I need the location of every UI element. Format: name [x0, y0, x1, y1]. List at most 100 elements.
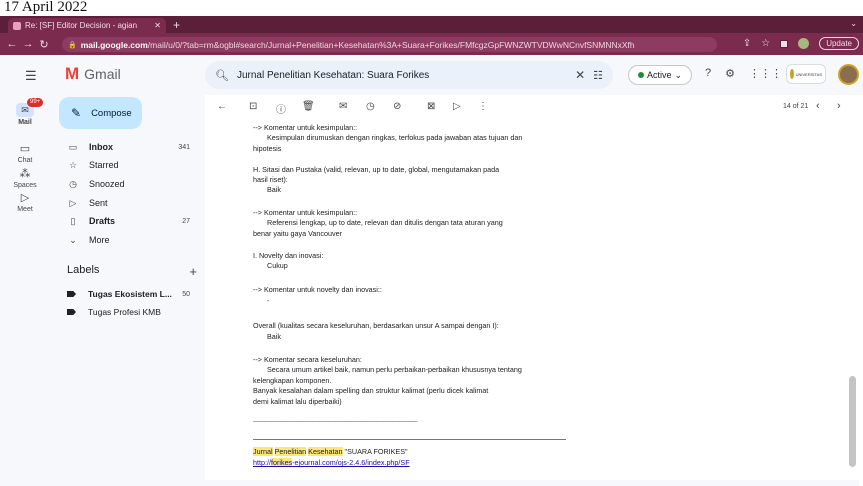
help-icon[interactable]: ? — [705, 67, 711, 80]
gmail-logo[interactable]: M Gmail — [65, 65, 121, 83]
label-count: 50 — [182, 290, 190, 298]
tab-title: Re: [SF] Editor Decision - agian — [25, 21, 138, 30]
unread-badge: 99+ — [27, 98, 44, 107]
older-chevron-icon[interactable]: › — [837, 100, 841, 112]
mail-sidebar: ✎ Compose ▭ Inbox 341 ☆ Starred ◷ Snooze… — [50, 95, 205, 486]
rail-item-chat[interactable]: ▭ Chat — [0, 142, 50, 164]
message-scrollbar[interactable] — [849, 376, 856, 467]
sidebar-item-drafts[interactable]: ▯ Drafts 27 — [50, 213, 200, 229]
search-bar: 🔍︎ ✕ ☷ — [205, 61, 613, 89]
sidebar-label-item[interactable]: Tugas Profesi KMB — [50, 304, 200, 320]
signature-divider — [253, 439, 566, 440]
body-line: demi kalimat lalu diperbaiki) — [253, 397, 342, 406]
label-icon[interactable]: ▷ — [453, 101, 461, 112]
sidebar-item-inbox[interactable]: ▭ Inbox 341 — [50, 139, 200, 155]
back-arrow-icon[interactable]: ← — [217, 101, 227, 112]
extension-icon[interactable] — [780, 39, 789, 48]
inbox-icon: ▭ — [68, 141, 78, 152]
sidebar-item-sent[interactable]: ▷ Sent — [50, 195, 200, 211]
report-spam-icon[interactable]: ⓘ — [276, 101, 286, 116]
signature-line: Jurnal Penelitian Kesehatan "SUARA FORIK… — [253, 447, 408, 456]
body-line: --> Komentar untuk kesimpulan:: — [253, 208, 358, 217]
journal-link[interactable]: http://forikes-ejournal.com/ojs-2.4.6/in… — [253, 458, 410, 469]
new-tab-icon[interactable]: + — [173, 18, 180, 32]
browser-tab[interactable]: Re: [SF] Editor Decision - agian ✕ — [8, 18, 166, 33]
apps-grid-icon[interactable]: ⋮⋮⋮ — [749, 67, 782, 80]
clear-search-icon[interactable]: ✕ — [575, 68, 585, 82]
compose-button[interactable]: ✎ Compose — [59, 97, 142, 129]
main-menu-icon[interactable]: ☰ — [25, 68, 37, 84]
chevron-down-icon: ⌄ — [69, 234, 77, 245]
back-icon[interactable]: ← — [4, 38, 20, 50]
page-header-date: 17 April 2022 — [0, 0, 863, 16]
label-tag-icon — [67, 309, 76, 315]
browser-toolbar: ← → ↻ 🔒 mail.google.com/mail/u/0/?tab=rm… — [0, 33, 863, 55]
more-vert-icon[interactable]: ⋮ — [478, 101, 488, 112]
body-line: --> Komentar untuk novelty dan inovasi:: — [253, 285, 382, 294]
newer-chevron-icon[interactable]: ‹ — [816, 100, 820, 112]
rail-item-meet[interactable]: ▷ Meet — [0, 191, 50, 213]
lock-icon: 🔒 — [68, 41, 77, 49]
add-label-icon[interactable]: + — [189, 264, 197, 279]
sidebar-item-label: Sent — [89, 198, 108, 208]
sidebar-item-starred[interactable]: ☆ Starred — [50, 157, 200, 173]
forward-icon[interactable]: → — [20, 38, 36, 50]
profile-avatar-icon[interactable] — [798, 38, 810, 49]
url-host: mail.google.com — [80, 39, 148, 50]
mark-unread-icon[interactable]: ✉ — [339, 101, 347, 112]
label-name: Tugas Ekosistem L... — [88, 289, 172, 299]
snooze-clock-icon[interactable]: ◷ — [366, 101, 375, 112]
search-options-icon[interactable]: ☷ — [593, 69, 603, 82]
url-path: /mail/u/0/?tab=rm&ogbl#search/Jurnal+Pen… — [147, 39, 635, 50]
spaces-icon: ⁂ — [19, 168, 31, 180]
organization-logo[interactable]: UNIVERSITAS — [786, 64, 826, 84]
body-line: H. Sitasi dan Pustaka (valid, relevan, u… — [253, 165, 500, 174]
body-line: I. Novelty dan inovasi: — [253, 251, 324, 260]
archive-icon[interactable]: ⊡ — [249, 101, 257, 112]
body-line: - — [267, 296, 270, 305]
rail-item-spaces[interactable]: ⁂ Spaces — [0, 167, 50, 189]
message-toolbar: ← ⊡ ⓘ 🗑︎ ✉ ◷ ⊘ ⊠ ▷ ⋮ 14 of 21 ‹ › — [205, 95, 859, 119]
search-icon[interactable]: 🔍︎ — [215, 69, 229, 82]
update-button[interactable]: Update — [819, 37, 859, 50]
body-separator-line: ________________________________________… — [253, 417, 418, 423]
sidebar-label-item[interactable]: Tugas Ekosistem L... 50 — [50, 286, 200, 302]
rail-item-mail[interactable]: ✉ 99+ Mail — [0, 98, 50, 126]
bookmark-star-icon[interactable]: ☆ — [761, 38, 770, 49]
organization-logo-text: UNIVERSITAS — [795, 71, 822, 77]
label-tag-icon — [67, 291, 76, 297]
status-dropdown[interactable]: Active ⌄ — [628, 65, 692, 85]
mail-icon: ✉ 99+ — [16, 98, 44, 117]
body-line: Referensi lengkap, up to date, relevan d… — [267, 218, 503, 227]
chevron-down-icon: ⌄ — [674, 69, 683, 80]
move-to-icon[interactable]: ⊠ — [427, 101, 435, 112]
account-avatar[interactable] — [838, 64, 859, 85]
address-bar[interactable]: 🔒 mail.google.com/mail/u/0/?tab=rm&ogbl#… — [62, 37, 717, 52]
sidebar-item-label: Inbox — [89, 142, 113, 152]
signature-word: Jurnal — [253, 447, 273, 456]
delete-icon[interactable]: 🗑︎ — [302, 101, 315, 112]
clock-icon: ◷ — [69, 178, 77, 189]
body-line: Cukup — [267, 261, 288, 270]
label-name: Tugas Profesi KMB — [88, 307, 161, 317]
sidebar-item-snoozed[interactable]: ◷ Snoozed — [50, 176, 200, 192]
add-task-icon[interactable]: ⊘ — [393, 101, 401, 112]
chat-icon: ▭ — [19, 143, 31, 155]
bottom-strip — [205, 480, 859, 486]
sidebar-item-label: Drafts — [89, 216, 116, 226]
body-line: hasil riset): — [253, 175, 288, 184]
university-seal-icon — [790, 69, 794, 79]
tab-search-chevron-icon[interactable]: ⌄ — [850, 19, 857, 28]
body-line: Baik — [267, 185, 281, 194]
status-label: Active — [646, 70, 672, 80]
sidebar-item-more[interactable]: ⌄ More — [50, 232, 200, 248]
rail-chat-label: Chat — [17, 157, 33, 164]
body-line: --> Komentar secara keseluruhan: — [253, 355, 362, 364]
share-icon[interactable]: ⇪ — [743, 38, 751, 49]
settings-gear-icon[interactable]: ⚙ — [725, 67, 735, 80]
close-tab-icon[interactable]: ✕ — [154, 21, 161, 30]
reload-icon[interactable]: ↻ — [36, 38, 52, 51]
sidebar-item-count: 341 — [178, 143, 190, 151]
link-part: -ejournal.com/ojs-2.4.6/index.php/SF — [292, 458, 410, 467]
search-input[interactable] — [236, 69, 568, 81]
